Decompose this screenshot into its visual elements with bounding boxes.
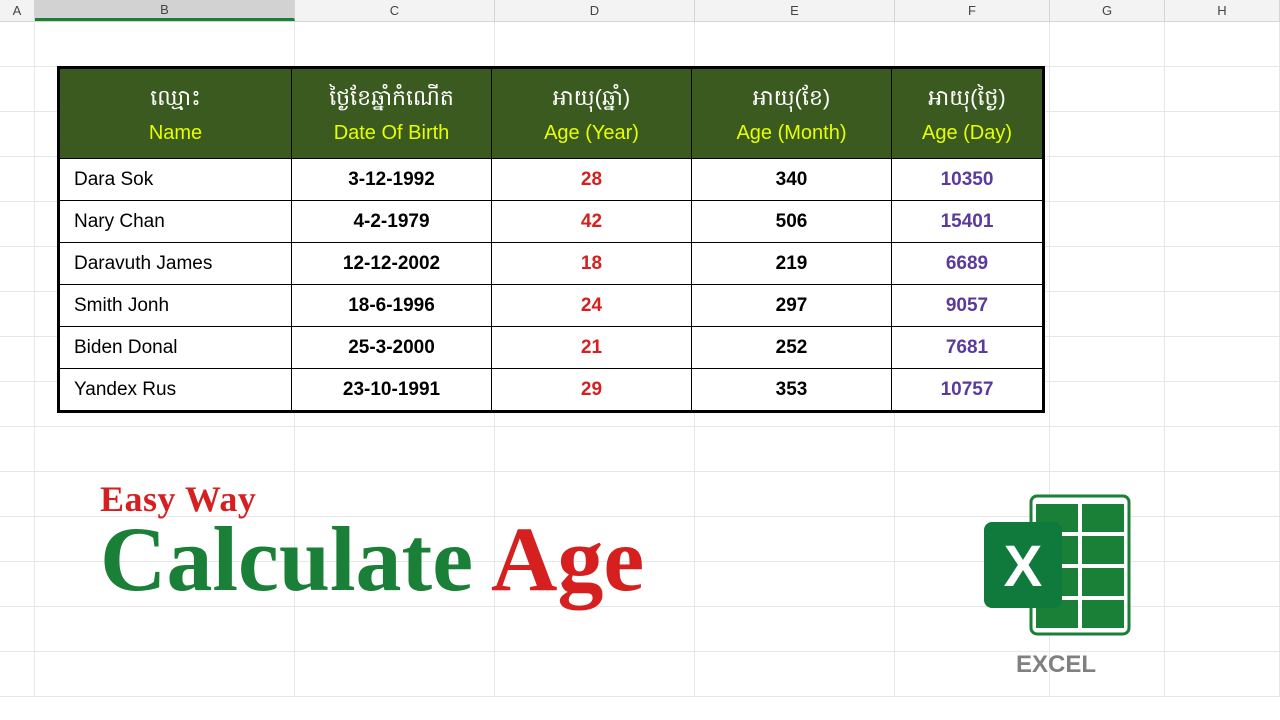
col-header-D[interactable]: D	[495, 0, 695, 21]
table-row[interactable]: Smith Jonh18-6-1996242979057	[60, 285, 1043, 327]
cell-name[interactable]: Biden Donal	[60, 327, 292, 369]
cell-day[interactable]: 9057	[892, 285, 1043, 327]
cell-dob[interactable]: 4-2-1979	[292, 201, 492, 243]
cell-dob[interactable]: 18-6-1996	[292, 285, 492, 327]
title-big: Calculate Age	[100, 516, 644, 603]
cell-day[interactable]: 10350	[892, 159, 1043, 201]
cell-month[interactable]: 340	[692, 159, 892, 201]
excel-label: EXCEL	[976, 651, 1136, 679]
th-year[interactable]: អាយុ(ឆ្នាំ) Age (Year)	[492, 69, 692, 159]
cell-dob[interactable]: 23-10-1991	[292, 369, 492, 411]
col-header-F[interactable]: F	[895, 0, 1050, 21]
col-header-E[interactable]: E	[695, 0, 895, 21]
th-month[interactable]: អាយុ(ខែ) Age (Month)	[692, 69, 892, 159]
title-age: Age	[491, 508, 644, 610]
cell-year[interactable]: 42	[492, 201, 692, 243]
table-header-row: ឈ្មោះName ថ្ងៃខែឆ្នាំកំណើតDate Of Birth …	[60, 69, 1043, 159]
excel-icon: X	[976, 490, 1136, 640]
cell-name[interactable]: Nary Chan	[60, 201, 292, 243]
cell-name[interactable]: Dara Sok	[60, 159, 292, 201]
th-day-eng: Age (Day)	[902, 122, 1032, 145]
cell-name[interactable]: Yandex Rus	[60, 369, 292, 411]
table-row[interactable]: Dara Sok3-12-19922834010350	[60, 159, 1043, 201]
col-header-B[interactable]: B	[35, 0, 295, 21]
cell-dob[interactable]: 12-12-2002	[292, 243, 492, 285]
cell-dob[interactable]: 3-12-1992	[292, 159, 492, 201]
th-month-khmer: អាយុ(ខែ)	[702, 84, 881, 116]
cell-year[interactable]: 28	[492, 159, 692, 201]
col-header-C[interactable]: C	[295, 0, 495, 21]
cell-dob[interactable]: 25-3-2000	[292, 327, 492, 369]
cell-day[interactable]: 10757	[892, 369, 1043, 411]
cell-month[interactable]: 297	[692, 285, 892, 327]
cell-month[interactable]: 353	[692, 369, 892, 411]
col-header-A[interactable]: A	[0, 0, 35, 21]
cell-day[interactable]: 6689	[892, 243, 1043, 285]
th-dob-khmer: ថ្ងៃខែឆ្នាំកំណើត	[302, 84, 481, 116]
age-table: ឈ្មោះName ថ្ងៃខែឆ្នាំកំណើតDate Of Birth …	[57, 66, 1045, 413]
th-day-khmer: អាយុ(ថ្ងៃ)	[902, 84, 1032, 116]
th-month-eng: Age (Month)	[702, 122, 881, 145]
cell-day[interactable]: 15401	[892, 201, 1043, 243]
th-name-khmer: ឈ្មោះ	[70, 84, 281, 116]
cell-day[interactable]: 7681	[892, 327, 1043, 369]
cell-name[interactable]: Smith Jonh	[60, 285, 292, 327]
table-row[interactable]: Biden Donal25-3-2000212527681	[60, 327, 1043, 369]
svg-text:X: X	[1004, 534, 1043, 599]
th-year-khmer: អាយុ(ឆ្នាំ)	[502, 84, 681, 116]
th-name[interactable]: ឈ្មោះ Name	[60, 69, 292, 159]
th-dob[interactable]: ថ្ងៃខែឆ្នាំកំណើត Date Of Birth	[292, 69, 492, 159]
table-row[interactable]: Daravuth James12-12-2002182196689	[60, 243, 1043, 285]
col-header-H[interactable]: H	[1165, 0, 1280, 21]
cell-month[interactable]: 506	[692, 201, 892, 243]
cell-year[interactable]: 18	[492, 243, 692, 285]
cell-month[interactable]: 252	[692, 327, 892, 369]
cell-year[interactable]: 21	[492, 327, 692, 369]
th-year-eng: Age (Year)	[502, 122, 681, 145]
cell-year[interactable]: 29	[492, 369, 692, 411]
cell-name[interactable]: Daravuth James	[60, 243, 292, 285]
th-dob-eng: Date Of Birth	[302, 122, 481, 145]
title-block: Easy Way Calculate Age	[100, 478, 644, 603]
col-header-G[interactable]: G	[1050, 0, 1165, 21]
table-row[interactable]: Yandex Rus23-10-19912935310757	[60, 369, 1043, 411]
th-name-eng: Name	[70, 122, 281, 145]
excel-logo-block: X EXCEL	[976, 490, 1136, 679]
cell-month[interactable]: 219	[692, 243, 892, 285]
cell-year[interactable]: 24	[492, 285, 692, 327]
title-calculate: Calculate	[100, 508, 491, 610]
table-row[interactable]: Nary Chan4-2-19794250615401	[60, 201, 1043, 243]
column-headers-row: A B C D E F G H	[0, 0, 1280, 22]
th-day[interactable]: អាយុ(ថ្ងៃ) Age (Day)	[892, 69, 1043, 159]
